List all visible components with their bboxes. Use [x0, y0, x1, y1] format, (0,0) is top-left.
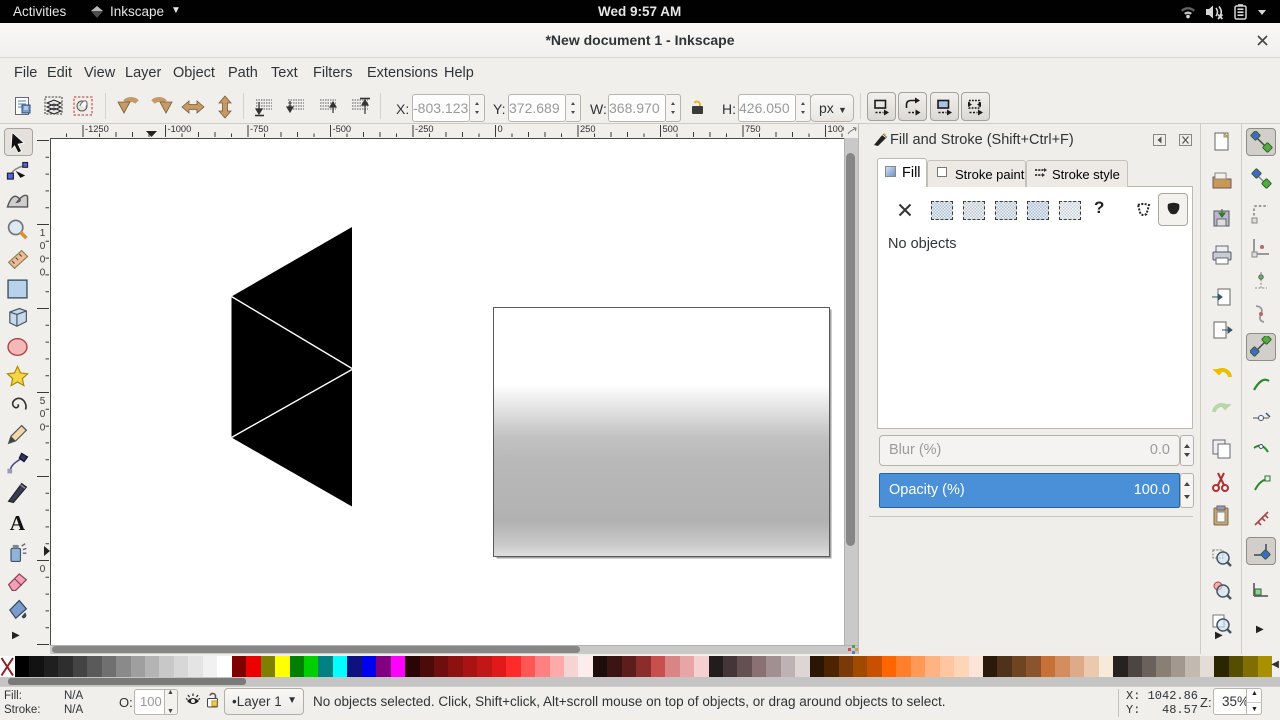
svg-text:1000: 1000 — [828, 124, 845, 134]
svg-text:-1250: -1250 — [85, 124, 109, 134]
svg-text:0: 0 — [40, 422, 46, 433]
svg-text:0: 0 — [40, 564, 46, 575]
svg-text:0: 0 — [40, 409, 46, 420]
svg-text:-750: -750 — [250, 124, 269, 134]
svg-text:0: 0 — [498, 124, 503, 134]
svg-text:0: 0 — [40, 268, 46, 279]
svg-text:1: 1 — [40, 228, 46, 239]
svg-text:0: 0 — [40, 254, 46, 265]
svg-text:A: A — [10, 511, 26, 535]
svg-text:0: 0 — [40, 241, 46, 252]
svg-text:-500: -500 — [333, 124, 352, 134]
svg-text:-250: -250 — [415, 124, 434, 134]
svg-text:-1000: -1000 — [168, 124, 192, 134]
svg-text:750: 750 — [745, 124, 761, 134]
svg-text:250: 250 — [580, 124, 596, 134]
svg-text:500: 500 — [663, 124, 679, 134]
svg-text:5: 5 — [40, 396, 46, 407]
